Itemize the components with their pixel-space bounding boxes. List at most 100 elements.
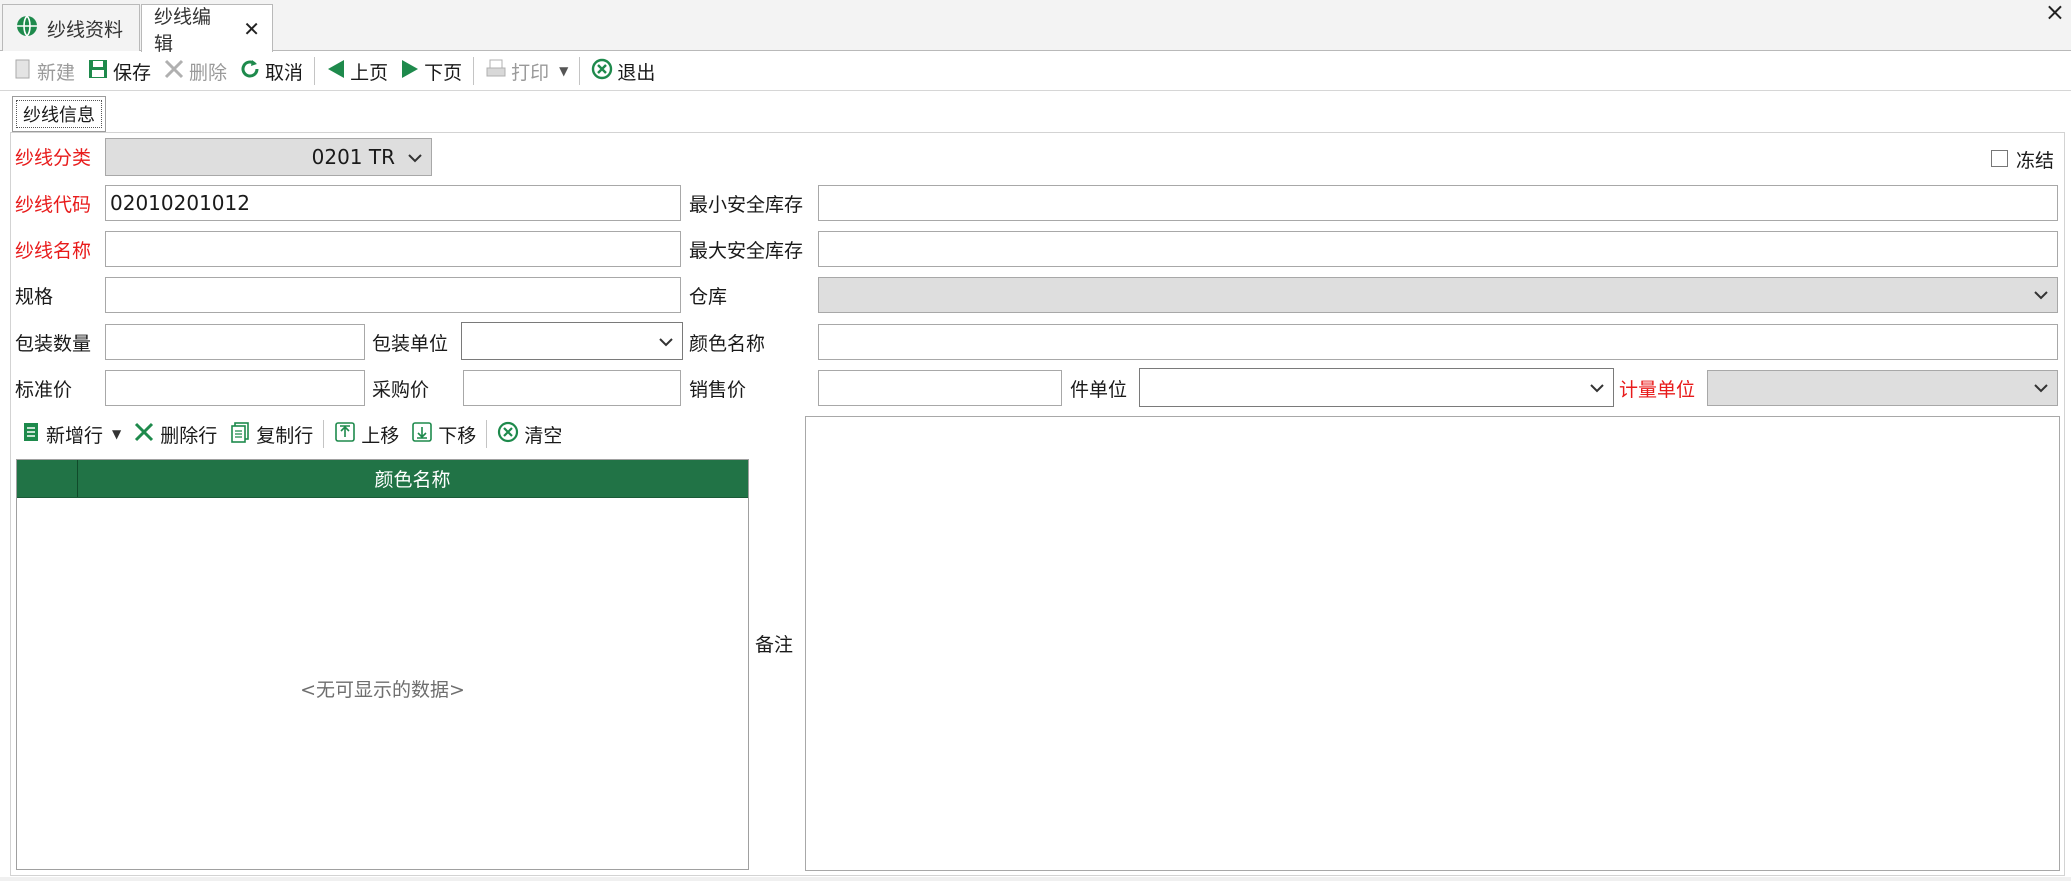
column-header-color-name[interactable]: 颜色名称 (77, 460, 748, 497)
delete-label: 删除 (189, 61, 228, 84)
tab-yarn-list[interactable]: 纱线资料 (2, 4, 140, 51)
tab-label: 纱线资料 (47, 18, 124, 41)
toolbar-separator (473, 57, 475, 85)
new-button[interactable]: 新建 (8, 55, 80, 87)
purchase-price-input[interactable] (463, 370, 681, 406)
dropdown-arrow-icon[interactable]: ▼ (112, 427, 121, 441)
window-close-icon[interactable]: × (2045, 0, 2065, 26)
new-document-icon (13, 58, 33, 85)
move-down-label: 下移 (438, 424, 477, 447)
delete-button[interactable]: 删除 (158, 55, 232, 87)
pack-unit-label: 包装单位 (372, 332, 449, 355)
measure-unit-select[interactable] (1707, 370, 2058, 406)
warehouse-select[interactable] (818, 277, 2058, 313)
move-down-icon (411, 421, 433, 448)
min-stock-input[interactable] (818, 185, 2058, 221)
spec-input[interactable] (105, 277, 681, 313)
grid-toolbar: 新增行 ▼ 删除行 复制行 上移 下移 清空 (16, 416, 567, 452)
chevron-down-icon (2033, 286, 2049, 304)
save-icon (87, 58, 109, 85)
tab-label: 纱线编辑 (154, 5, 212, 55)
toolbar-separator (579, 57, 581, 85)
refresh-icon (239, 58, 261, 85)
clear-label: 清空 (524, 424, 563, 447)
globe-icon (15, 14, 39, 43)
sale-price-label: 销售价 (689, 378, 747, 401)
clear-circle-x-icon (497, 421, 519, 448)
add-row-button[interactable]: 新增行 ▼ (16, 418, 126, 450)
save-label: 保存 (113, 61, 152, 84)
focus-rect (16, 100, 102, 128)
next-page-button[interactable]: 下页 (395, 55, 467, 87)
name-label: 纱线名称 (15, 239, 92, 262)
pack-qty-label: 包装数量 (15, 332, 92, 355)
name-input[interactable] (105, 231, 681, 267)
delete-x-icon (163, 58, 185, 85)
exit-circle-x-icon (591, 58, 613, 85)
toolbar-separator (486, 420, 488, 448)
tab-yarn-edit[interactable]: 纱线编辑 ✕ (141, 4, 273, 55)
copy-row-button[interactable]: 复制行 (224, 418, 318, 450)
chevron-down-icon (658, 333, 674, 351)
move-up-button[interactable]: 上移 (329, 418, 404, 450)
chevron-down-icon (1589, 379, 1605, 397)
color-grid[interactable]: 颜色名称 <无可显示的数据> (16, 459, 749, 870)
remark-textarea[interactable] (805, 416, 2060, 871)
copy-icon (229, 421, 251, 448)
remark-label: 备注 (755, 633, 794, 656)
pack-unit-select[interactable] (461, 322, 683, 360)
category-label: 纱线分类 (15, 146, 92, 169)
toolbar-separator (314, 57, 316, 85)
grid-header: 颜色名称 (17, 460, 748, 498)
category-select[interactable]: 0201 TR (105, 138, 432, 176)
purchase-price-label: 采购价 (372, 378, 430, 401)
min-stock-label: 最小安全库存 (689, 193, 804, 216)
frozen-checkbox[interactable] (1991, 150, 2008, 167)
max-stock-input[interactable] (818, 231, 2058, 267)
dropdown-arrow-icon[interactable]: ▼ (559, 64, 568, 78)
prev-label: 上页 (350, 61, 389, 84)
code-input[interactable]: 02010201012 (105, 185, 681, 221)
chevron-down-icon (2033, 379, 2049, 397)
cancel-label: 取消 (265, 61, 304, 84)
new-label: 新建 (37, 61, 76, 84)
add-row-label: 新增行 (46, 424, 104, 447)
std-price-input[interactable] (105, 370, 365, 406)
save-button[interactable]: 保存 (82, 55, 156, 87)
bottom-edge (0, 877, 2071, 881)
clear-button[interactable]: 清空 (492, 418, 567, 450)
toolbar-separator (323, 420, 325, 448)
exit-label: 退出 (617, 61, 656, 84)
prev-page-button[interactable]: 上页 (321, 55, 393, 87)
sale-price-input[interactable] (818, 370, 1062, 406)
cancel-button[interactable]: 取消 (234, 55, 308, 87)
piece-unit-select[interactable] (1139, 368, 1614, 407)
move-up-label: 上移 (361, 424, 400, 447)
print-button[interactable]: 打印 ▼ (480, 55, 573, 87)
warehouse-label: 仓库 (689, 285, 728, 308)
color-name-input[interactable] (818, 324, 2058, 360)
printer-icon (485, 58, 507, 85)
toolbar-divider (0, 90, 2071, 91)
move-down-button[interactable]: 下移 (406, 418, 481, 450)
frozen-label: 冻结 (2016, 149, 2055, 172)
measure-unit-label: 计量单位 (1619, 378, 1696, 401)
close-icon[interactable]: ✕ (243, 17, 260, 41)
delete-row-label: 删除行 (160, 424, 218, 447)
print-label: 打印 (511, 61, 550, 84)
pack-qty-input[interactable] (105, 324, 365, 360)
piece-unit-label: 件单位 (1070, 378, 1128, 401)
next-label: 下页 (424, 61, 463, 84)
tab-yarn-info[interactable]: 纱线信息 (12, 96, 106, 132)
move-up-icon (334, 421, 356, 448)
code-label: 纱线代码 (15, 193, 92, 216)
add-row-icon (21, 421, 41, 448)
spec-label: 规格 (15, 285, 54, 308)
delete-row-button[interactable]: 删除行 (128, 418, 222, 450)
code-value: 02010201012 (110, 191, 250, 215)
color-name-label: 颜色名称 (689, 332, 766, 355)
exit-button[interactable]: 退出 (586, 55, 660, 87)
main-toolbar: 新建 保存 删除 取消 上页 下页 打印 ▼ 退出 (0, 52, 2071, 90)
delete-x-icon (133, 421, 155, 448)
row-indicator-header (17, 460, 78, 497)
